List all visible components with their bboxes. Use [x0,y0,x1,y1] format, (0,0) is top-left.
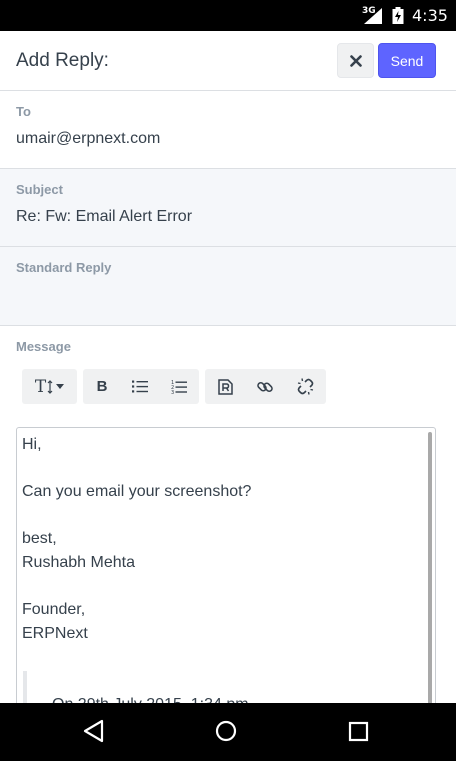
status-bar: 3G 4:35 [0,0,456,31]
dialog-header: Add Reply: Send [0,31,456,91]
subject-field[interactable]: Subject Re: Fw: Email Alert Error [0,169,456,247]
insert-group [205,369,326,404]
message-line: Can you email your screenshot? [22,483,252,500]
remove-link-button[interactable] [285,369,326,404]
recents-icon[interactable] [348,719,370,743]
numbered-list-button[interactable]: 1 2 3 [159,369,199,404]
text-style-group: T [22,369,77,404]
to-field[interactable]: To umair@erpnext.com [0,91,456,169]
message-label: Message [16,339,71,354]
insert-link-button[interactable] [245,369,285,404]
bulleted-list-icon [132,380,148,393]
bold-icon: B [96,378,108,395]
format-group: B 1 2 3 [83,369,199,404]
back-icon[interactable] [83,719,105,743]
text-style-dropdown[interactable]: T [22,369,77,404]
send-button[interactable]: Send [378,43,436,78]
status-time: 4:35 [412,6,448,25]
to-input[interactable]: umair@erpnext.com [16,130,160,148]
text-size-icon: T [34,376,47,397]
subject-input[interactable]: Re: Fw: Email Alert Error [16,208,192,226]
link-icon [257,381,273,392]
message-line: Rushabh Mehta [22,554,135,571]
message-line: ERPNext [22,625,88,642]
dialog-title: Add Reply: [16,50,109,71]
message-line: Hi, [22,436,42,453]
standard-reply-label: Standard Reply [16,260,112,275]
message-editor[interactable]: Hi, Can you email your screenshot? best,… [16,427,436,727]
numbered-list-icon: 1 2 3 [171,380,187,394]
editor-scrollbar[interactable] [428,432,432,722]
clean-format-icon [217,378,233,395]
text-size-arrows-icon [47,379,53,394]
close-button[interactable] [337,43,374,78]
home-icon[interactable] [215,719,237,743]
close-icon [349,54,362,67]
screen: 3G 4:35 Add Reply: Send To umair@erpnext… [0,0,456,761]
unlink-icon [297,378,314,395]
subject-label: Subject [16,182,63,197]
bold-button[interactable]: B [83,369,121,404]
clean-format-button[interactable] [205,369,245,404]
battery-icon [392,7,404,24]
caret-down-icon [56,384,65,389]
bulleted-list-button[interactable] [121,369,159,404]
navigation-bar [0,703,456,761]
signal-icon [364,8,382,24]
svg-text:3: 3 [171,390,174,394]
message-line: best, [22,530,57,547]
message-line: Founder, [22,601,86,618]
to-label: To [16,104,31,119]
standard-reply-field[interactable]: Standard Reply [0,247,456,326]
